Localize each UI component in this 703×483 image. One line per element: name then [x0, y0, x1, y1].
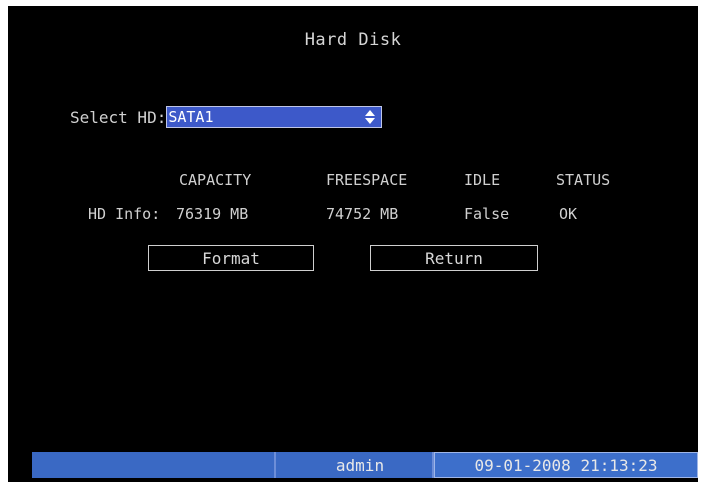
- capacity-value: 76319 MB: [176, 205, 249, 223]
- format-button[interactable]: Format: [148, 245, 314, 271]
- status-bar-blank-segment: [32, 452, 276, 478]
- select-hd-value: SATA1: [168, 108, 214, 126]
- status-bar: admin 09-01-2008 21:13:23: [32, 452, 698, 478]
- header-idle: IDLE: [464, 171, 501, 189]
- select-hd-dropdown[interactable]: SATA1: [166, 106, 383, 128]
- header-capacity: CAPACITY: [179, 171, 252, 189]
- idle-value: False: [464, 205, 510, 223]
- return-button[interactable]: Return: [370, 245, 538, 271]
- status-bar-user: admin: [276, 452, 434, 478]
- up-down-arrows-icon[interactable]: [363, 108, 377, 126]
- page-title: Hard Disk: [304, 30, 402, 50]
- hard-disk-screen: Hard Disk Select HD: SATA1 CAPACITY FREE…: [8, 6, 698, 482]
- freespace-value: 74752 MB: [326, 205, 399, 223]
- status-bar-datetime: 09-01-2008 21:13:23: [434, 452, 698, 478]
- status-value: OK: [559, 205, 578, 223]
- hd-info-label: HD Info:: [88, 205, 161, 223]
- select-hd-label: Select HD:: [70, 107, 167, 127]
- header-status: STATUS: [556, 171, 611, 189]
- select-hd-row: Select HD: SATA1: [70, 106, 383, 128]
- header-freespace: FREESPACE: [326, 171, 408, 189]
